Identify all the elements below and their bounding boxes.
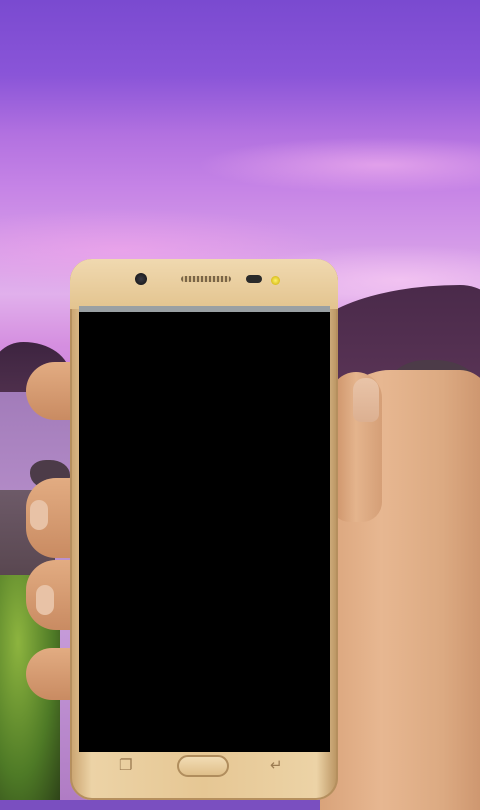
proximity-sensor <box>246 275 262 283</box>
recent-apps-icon[interactable]: ❐ <box>119 758 132 773</box>
phone-screen[interactable] <box>79 306 330 752</box>
fingernail <box>30 500 48 530</box>
back-arrow-icon[interactable]: ↵ <box>270 758 283 773</box>
earpiece-speaker <box>181 276 231 282</box>
fingernail <box>36 585 54 615</box>
thumbnail <box>353 378 379 422</box>
front-camera-icon <box>135 273 147 285</box>
home-button[interactable] <box>177 755 229 777</box>
notification-led <box>271 276 280 285</box>
phone-top-bezel <box>70 259 338 309</box>
phone-nav-bar: ❐ ↵ <box>79 746 330 790</box>
